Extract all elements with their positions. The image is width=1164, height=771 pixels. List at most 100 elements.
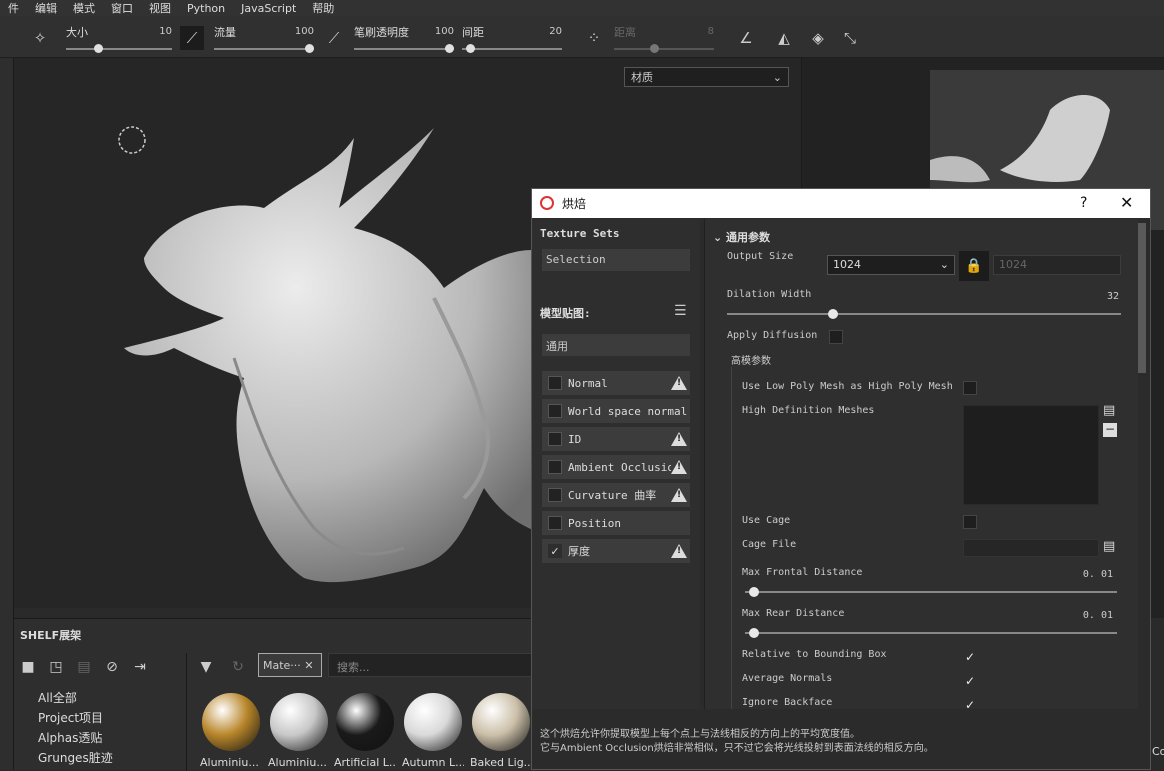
warning-icon	[671, 376, 687, 390]
spacing-slider[interactable]: 间距 20	[462, 20, 562, 54]
shelf-category-all[interactable]: All全部	[38, 689, 77, 706]
shelf-category-grunges[interactable]: Grunges脏迹	[38, 749, 113, 766]
max-frontal-distance-value[interactable]: 0. 01	[1067, 569, 1113, 580]
brush-settings-icon[interactable]: ✧	[28, 26, 52, 50]
material-item[interactable]: Aluminiu...	[200, 693, 262, 769]
bake-map-item[interactable]: Position	[542, 511, 690, 535]
params-scrollbar[interactable]	[1138, 223, 1146, 703]
filter-icon[interactable]: ▼	[196, 657, 216, 677]
bake-map-item[interactable]: Curvature 曲率	[542, 483, 690, 507]
pressure-opacity-icon[interactable]: ⟋	[322, 26, 346, 50]
max-rear-distance-value[interactable]: 0. 01	[1067, 610, 1113, 621]
common-settings-item[interactable]: 通用	[542, 334, 690, 356]
max-frontal-distance-knob[interactable]	[748, 587, 759, 597]
spacing-knob[interactable]	[466, 44, 475, 53]
average-normals-checkbox[interactable]: ✓	[963, 674, 977, 688]
bake-map-item[interactable]: ✓ 厚度	[542, 539, 690, 563]
lazy-mouse-icon[interactable]: ⁘	[582, 26, 606, 50]
angle-icon[interactable]: ∠	[734, 26, 758, 50]
database-icon[interactable]: ▤	[74, 657, 94, 677]
filter-tag[interactable]: Mate··· ✕	[258, 653, 322, 677]
import-icon[interactable]: ⇥	[130, 657, 150, 677]
menu-mode[interactable]: 模式	[65, 0, 103, 16]
hide-icon[interactable]: ⊘	[102, 657, 122, 677]
material-swatch	[270, 693, 328, 751]
params-header[interactable]: ⌄ 通用参数	[713, 229, 770, 245]
bake-map-checkbox[interactable]: ✓	[548, 544, 562, 558]
distance-slider[interactable]: 距离 8	[614, 20, 714, 54]
shelf-category-project[interactable]: Project项目	[38, 709, 103, 726]
flow-knob[interactable]	[305, 44, 314, 53]
spacing-value[interactable]: 20	[549, 26, 562, 37]
ignore-backface-checkbox[interactable]: ✓	[963, 698, 977, 709]
bake-map-checkbox[interactable]	[548, 516, 562, 530]
bake-map-checkbox[interactable]	[548, 404, 562, 418]
lock-icon[interactable]: 🔒	[959, 251, 989, 281]
folder-icon[interactable]: ■	[18, 657, 38, 677]
size-knob[interactable]	[93, 44, 103, 53]
symmetry-icon[interactable]: ◭	[772, 26, 796, 50]
material-swatch	[202, 693, 260, 751]
viewport-mode-select[interactable]: 材质 ⌄	[624, 67, 789, 87]
scrollbar-thumb[interactable]	[1138, 223, 1146, 373]
menu-view[interactable]: 视图	[141, 0, 179, 16]
bake-map-item[interactable]: Normal	[542, 371, 690, 395]
size-value[interactable]: 10	[159, 26, 172, 37]
refresh-icon[interactable]: ↻	[228, 657, 248, 677]
bake-map-checkbox[interactable]	[548, 432, 562, 446]
bake-map-item[interactable]: World space normal	[542, 399, 690, 423]
distance-value[interactable]: 8	[708, 26, 714, 37]
menu-javascript[interactable]: JavaScript	[233, 2, 304, 15]
hd-meshes-list[interactable]	[963, 405, 1099, 505]
list-menu-icon[interactable]: ☰	[674, 303, 687, 319]
bake-map-checkbox[interactable]	[548, 488, 562, 502]
new-file-icon[interactable]: ◳	[46, 657, 66, 677]
menu-help[interactable]: 帮助	[304, 0, 342, 16]
bake-map-checkbox[interactable]	[548, 376, 562, 390]
size-slider[interactable]: 大小 10	[66, 20, 172, 54]
transform-icon[interactable]: ⤡	[838, 26, 862, 50]
remove-icon[interactable]: −	[1103, 423, 1117, 437]
shelf-category-alphas[interactable]: Alphas透贴	[38, 729, 102, 746]
use-low-poly-checkbox[interactable]	[963, 381, 977, 395]
bake-map-checkbox[interactable]	[548, 460, 562, 474]
browse-file-icon[interactable]: ▤	[1103, 539, 1115, 554]
pressure-flow-icon[interactable]: ⟋	[180, 26, 204, 50]
close-button[interactable]: ✕	[1120, 193, 1133, 212]
flow-slider[interactable]: 流量 100	[214, 20, 314, 54]
add-file-icon[interactable]: ▤	[1103, 403, 1115, 418]
menu-edit[interactable]: 编辑	[27, 0, 65, 16]
use-cage-checkbox[interactable]	[963, 515, 977, 529]
opacity-knob[interactable]	[445, 44, 454, 53]
max-rear-distance-knob[interactable]	[748, 628, 759, 638]
output-size-select[interactable]: 1024 ⌄	[827, 255, 955, 275]
menu-python[interactable]: Python	[179, 2, 233, 15]
help-button[interactable]: ?	[1080, 195, 1087, 211]
high-poly-header[interactable]: 高模参数	[731, 352, 771, 367]
opacity-slider[interactable]: 笔刷透明度 100	[354, 20, 454, 54]
dilation-width-value[interactable]: 32	[1075, 291, 1119, 302]
shelf-search-input[interactable]: 搜索...	[328, 653, 534, 677]
dilation-width-label: Dilation Width	[727, 289, 812, 300]
close-icon[interactable]: ✕	[304, 659, 313, 672]
opacity-value[interactable]: 100	[435, 26, 454, 37]
material-item[interactable]: Aluminiu...	[268, 693, 330, 769]
bake-description: 这个烘焙允许你提取模型上每个点上与法线相反的方向上的平均宽度值。 它与Ambie…	[532, 709, 1150, 769]
bake-map-item[interactable]: Ambient Occlusion	[542, 455, 690, 479]
cage-file-field[interactable]	[963, 539, 1099, 557]
material-item[interactable]: Artificial L...	[334, 693, 396, 769]
material-name: Aluminiu...	[268, 756, 327, 769]
menu-window[interactable]: 窗口	[103, 0, 141, 16]
dilation-width-knob[interactable]	[827, 309, 838, 319]
material-item[interactable]: Baked Lig...	[470, 693, 532, 769]
material-item[interactable]: Autumn L...	[402, 693, 464, 769]
menu-file[interactable]: 件	[0, 0, 27, 16]
apply-diffusion-checkbox[interactable]	[829, 330, 843, 344]
material-swatch	[472, 693, 530, 751]
mirror-icon[interactable]: ◈	[806, 26, 830, 50]
bake-map-item[interactable]: ID	[542, 427, 690, 451]
texture-set-selection[interactable]: Selection	[542, 249, 690, 271]
distance-knob[interactable]	[650, 44, 659, 53]
flow-value[interactable]: 100	[295, 26, 314, 37]
relative-bbox-checkbox[interactable]: ✓	[963, 650, 977, 664]
